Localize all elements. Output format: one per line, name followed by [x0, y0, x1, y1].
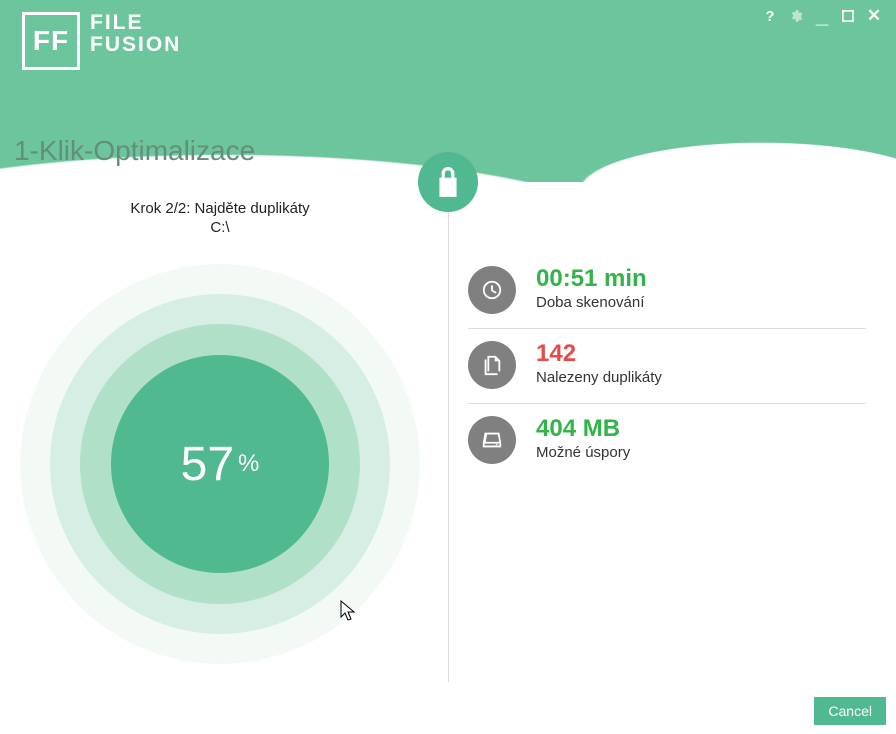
lock-icon [418, 152, 478, 212]
step-label: Krok 2/2: Najděte duplikáty [20, 200, 420, 217]
stat-dupes-label: Nalezeny duplikáty [536, 369, 662, 386]
clock-icon [468, 266, 516, 314]
page-title: 1-Klik-Optimalizace [14, 135, 255, 167]
stat-time-label: Doba skenování [536, 294, 647, 311]
app-window: FF FILE FUSION ? _ ✕ 1-Klik-Optimalizace [0, 0, 896, 734]
gear-icon[interactable] [788, 8, 804, 24]
logo-initials: FF [33, 25, 69, 57]
minimize-icon[interactable]: _ [814, 8, 830, 24]
title-bar-controls: ? _ ✕ [762, 8, 882, 24]
stat-savings-label: Možné úspory [536, 444, 630, 461]
logo: FF [22, 12, 80, 70]
stat-dupes-value: 142 [536, 341, 662, 367]
step-path: C:\ [20, 219, 420, 236]
footer: Cancel [0, 688, 896, 734]
progress-percent: 57 [181, 437, 234, 492]
close-icon[interactable]: ✕ [866, 8, 882, 24]
progress-rings: 57% [20, 264, 420, 664]
content: Krok 2/2: Najděte duplikáty C:\ 57% [0, 182, 896, 682]
stat-duplicates: 142 Nalezeny duplikáty [468, 329, 866, 404]
progress-core: 57% [111, 355, 329, 573]
stat-time-value: 00:51 min [536, 266, 647, 292]
files-icon [468, 341, 516, 389]
stat-savings-value: 404 MB [536, 416, 630, 442]
brand-name: FILE FUSION [90, 12, 181, 56]
right-panel: 00:51 min Doba skenování 142 Nalezeny du… [440, 182, 896, 682]
help-icon[interactable]: ? [762, 8, 778, 24]
stat-scan-time: 00:51 min Doba skenování [468, 254, 866, 329]
cancel-button[interactable]: Cancel [814, 697, 886, 725]
left-panel: Krok 2/2: Najděte duplikáty C:\ 57% [0, 182, 440, 682]
maximize-icon[interactable] [840, 8, 856, 24]
stat-savings: 404 MB Možné úspory [468, 404, 866, 478]
progress-unit: % [238, 450, 259, 478]
disk-icon [468, 416, 516, 464]
vertical-divider [448, 212, 449, 682]
